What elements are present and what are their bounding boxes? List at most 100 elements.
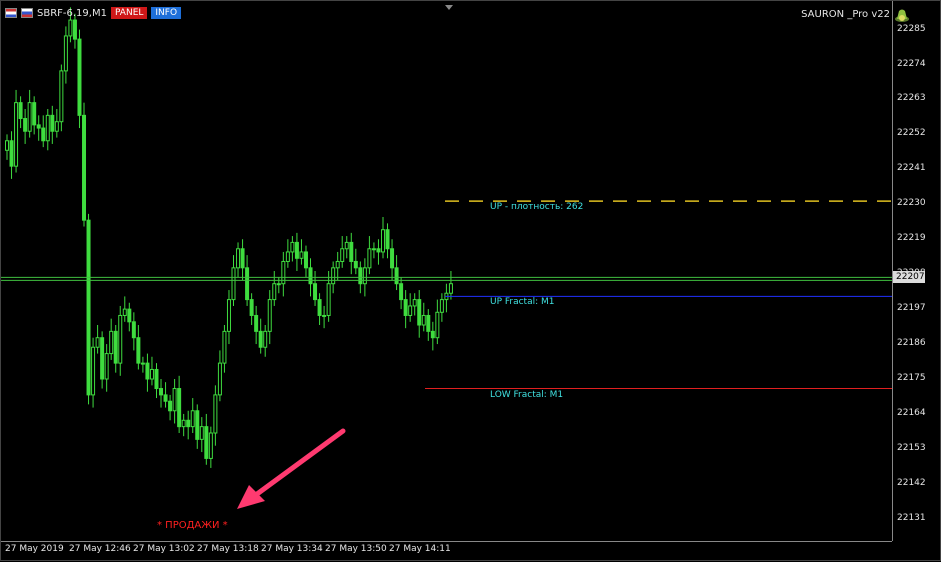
candle-body bbox=[131, 321, 136, 339]
candle-body bbox=[118, 314, 123, 364]
candle-body bbox=[276, 283, 281, 286]
expert-advisor-label: SAURON _Pro v22 bbox=[801, 9, 890, 20]
candle-body bbox=[421, 314, 426, 326]
candle-body bbox=[91, 346, 96, 396]
low-fractal-label: LOW Fractal: M1 bbox=[490, 389, 564, 400]
candle-body bbox=[181, 419, 186, 428]
candle-body bbox=[145, 362, 150, 380]
candle-body bbox=[113, 330, 118, 364]
candle-body bbox=[435, 311, 440, 339]
candle-body bbox=[353, 260, 358, 269]
candle-body bbox=[340, 248, 345, 262]
candle-body bbox=[303, 251, 308, 269]
collapse-arrow-icon[interactable] bbox=[445, 5, 453, 10]
candle-body bbox=[240, 248, 245, 269]
candle-body bbox=[226, 299, 231, 332]
price-tick-label: 22263 bbox=[897, 93, 926, 104]
time-tick-label: 27 May 13:02 bbox=[133, 544, 195, 554]
time-tick-label: 27 May 13:50 bbox=[325, 544, 387, 554]
candle-body bbox=[122, 308, 127, 316]
candle-body bbox=[385, 229, 390, 250]
candle-body bbox=[358, 267, 363, 285]
candle-body bbox=[367, 248, 372, 269]
candle-body bbox=[331, 267, 336, 285]
candle-body bbox=[326, 283, 331, 316]
time-axis[interactable]: 27 May 2019 27 May 12:46 27 May 13:02 27 Ma… bbox=[1, 541, 892, 562]
candle-body bbox=[249, 299, 254, 316]
candle-body bbox=[18, 102, 23, 120]
candle-body bbox=[236, 248, 241, 269]
candle-body bbox=[390, 248, 395, 269]
up-fractal-label: UP Fractal: M1 bbox=[490, 297, 555, 308]
candle-body bbox=[394, 267, 399, 285]
candle-body bbox=[290, 241, 295, 253]
price-tick-label: 22186 bbox=[897, 338, 926, 349]
candle-body bbox=[439, 299, 444, 313]
candle-body bbox=[199, 426, 204, 440]
candle-body bbox=[136, 337, 141, 364]
candle-body bbox=[362, 267, 367, 285]
candle-body bbox=[77, 38, 82, 116]
candle-body bbox=[95, 337, 100, 348]
candle-body bbox=[272, 283, 277, 301]
flag-icon bbox=[21, 8, 33, 18]
candle-body bbox=[63, 35, 68, 72]
candle-body bbox=[36, 124, 41, 129]
price-tick-label: 22274 bbox=[897, 58, 926, 69]
candle-body bbox=[41, 127, 46, 142]
candle-body bbox=[245, 267, 250, 301]
candle-body bbox=[177, 388, 182, 428]
candle-body bbox=[426, 314, 431, 332]
price-tick-label: 22285 bbox=[897, 23, 926, 34]
candle-body bbox=[403, 299, 408, 316]
candle-body bbox=[376, 248, 381, 253]
time-tick-label: 27 May 13:34 bbox=[261, 544, 323, 554]
candle-body bbox=[186, 419, 191, 428]
candle-body bbox=[140, 362, 145, 365]
candle-body bbox=[127, 308, 132, 323]
candle-body bbox=[154, 368, 159, 390]
candle-body bbox=[104, 353, 109, 380]
price-tick-label: 22131 bbox=[897, 512, 926, 523]
panel-button[interactable]: PANEL bbox=[110, 7, 148, 19]
price-chart[interactable] bbox=[1, 1, 892, 541]
candle-body bbox=[68, 19, 73, 37]
candle-body bbox=[190, 410, 195, 428]
candle-body bbox=[213, 394, 218, 434]
candle-body bbox=[317, 299, 322, 316]
candle-body bbox=[344, 241, 349, 250]
candle-body bbox=[313, 283, 318, 301]
candle-body bbox=[23, 118, 28, 132]
candle-body bbox=[195, 410, 200, 440]
price-tick-label: 22164 bbox=[897, 407, 926, 418]
candle-body bbox=[222, 330, 227, 364]
time-tick-label: 27 May 2019 bbox=[5, 544, 64, 554]
candle-body bbox=[322, 314, 327, 317]
current-price-label: 22207 bbox=[893, 271, 925, 284]
candle-body bbox=[417, 299, 422, 326]
candle-body bbox=[54, 121, 59, 132]
candle-body bbox=[168, 400, 173, 412]
candle-body bbox=[258, 330, 263, 348]
candle-body bbox=[294, 241, 299, 259]
flag-icon bbox=[5, 8, 17, 18]
candle-body bbox=[371, 248, 376, 251]
chart-header: SBRF-6.19,M1 PANEL INFO bbox=[5, 5, 182, 21]
candle-body bbox=[149, 368, 154, 380]
candle-body bbox=[299, 251, 304, 259]
price-tick-label: 22153 bbox=[897, 442, 926, 453]
candle-body bbox=[5, 140, 9, 151]
chart-window: SBRF-6.19,M1 PANEL INFO SAURON _Pro v22 … bbox=[0, 0, 941, 561]
candle-body bbox=[380, 229, 385, 253]
up-density-label: UP - плотность: 262 bbox=[490, 202, 584, 213]
symbol-label: SBRF-6.19,M1 bbox=[37, 7, 107, 19]
candle-body bbox=[267, 299, 272, 332]
sell-arrow-shaft bbox=[250, 428, 346, 500]
candle-body bbox=[204, 426, 209, 459]
candle-body bbox=[59, 70, 64, 123]
candle-body bbox=[408, 305, 413, 316]
candle-body bbox=[159, 388, 164, 396]
candle-body bbox=[72, 19, 77, 40]
info-button[interactable]: INFO bbox=[151, 7, 182, 19]
candle-body bbox=[254, 314, 259, 332]
